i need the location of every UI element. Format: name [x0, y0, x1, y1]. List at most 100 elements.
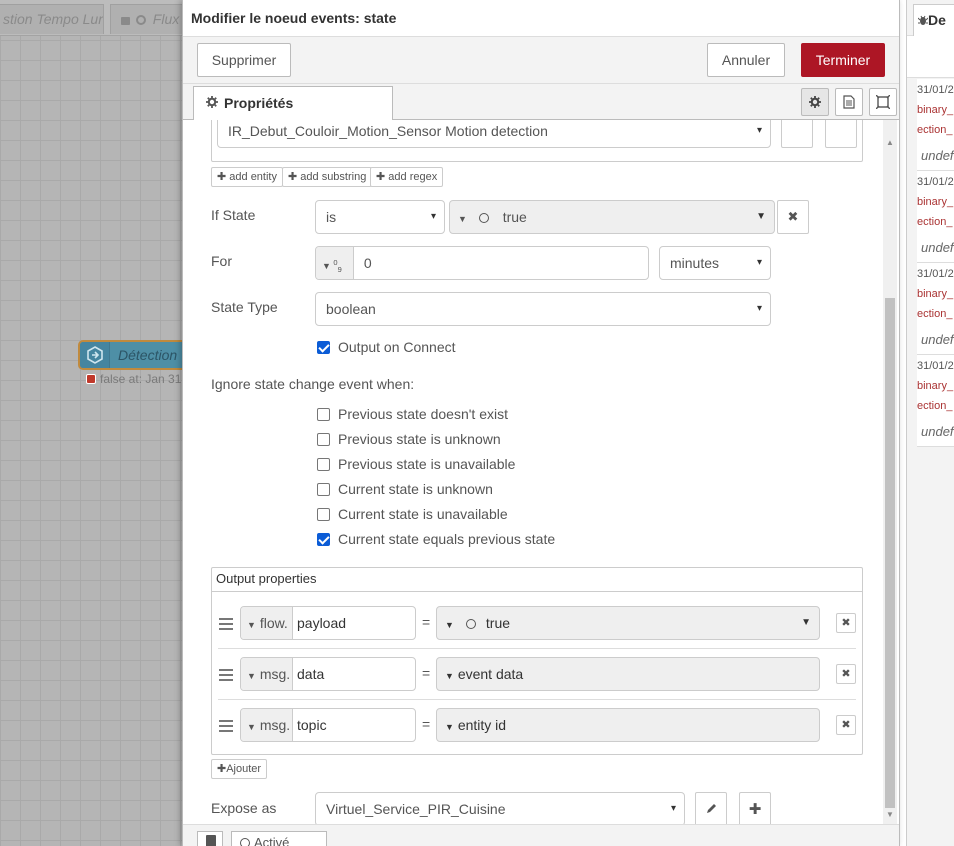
message-date: 31/01/2: [917, 268, 954, 280]
ignore-option-label: Previous state is unavailable: [338, 456, 516, 472]
clear-if-state-button[interactable]: ✖: [777, 200, 809, 234]
chevron-down-icon: ▾: [756, 257, 762, 268]
chevron-down-icon: ▾: [430, 211, 436, 222]
tray-tabs: Propriétés: [183, 84, 899, 120]
ignore-prev-unknown-checkbox[interactable]: [317, 433, 330, 446]
message-topic: binary_: [917, 196, 954, 208]
remove-entity-button[interactable]: [825, 120, 857, 148]
copy-entity-button[interactable]: [781, 120, 813, 148]
boolean-type-icon: [465, 619, 476, 629]
caret-down-icon: ▼: [445, 620, 454, 630]
ignore-prev-not-exist-checkbox[interactable]: [317, 408, 330, 421]
add-property-button[interactable]: ✚Ajouter: [211, 759, 268, 779]
key-type-prefix[interactable]: ▼ msg.: [241, 709, 293, 741]
tray-toolbar: Supprimer Annuler Terminer: [183, 36, 899, 84]
number-type-icon: ▼ 09: [316, 247, 354, 279]
tab-appearance[interactable]: [869, 88, 897, 116]
message-date: 31/01/2: [917, 176, 954, 188]
add-regex-label: add regex: [388, 171, 438, 183]
if-state-value-select[interactable]: ▼ true ▼: [449, 200, 775, 234]
node-status-text: false at: Jan 31: [100, 372, 182, 386]
message-payload: undef: [921, 148, 954, 163]
scroll-up-icon[interactable]: ▲: [886, 138, 894, 147]
message-topic: ection_: [917, 400, 953, 412]
remove-property-button[interactable]: ✖: [836, 715, 856, 735]
key-type-prefix[interactable]: ▼ flow.: [241, 607, 293, 639]
debug-message[interactable]: 31/01/2 binary_ ection_ undef: [917, 355, 954, 447]
for-input[interactable]: ▼ 09 0: [315, 246, 649, 280]
ignore-prev-unavailable-checkbox[interactable]: [317, 458, 330, 471]
add-substring-label: add substring: [300, 171, 367, 183]
equals-sign: =: [422, 716, 431, 732]
caret-down-icon: ▼: [445, 722, 454, 732]
output-property-value[interactable]: ▼ true ▼: [436, 606, 820, 640]
workspace-tab[interactable]: stion Tempo Lur: [0, 4, 104, 34]
state-type-value: boolean: [326, 301, 376, 317]
help-button[interactable]: [197, 831, 223, 846]
flow-workspace[interactable]: stion Tempo Lur Flux Détection false at:…: [0, 0, 198, 846]
add-entity-label: add entity: [229, 171, 277, 183]
add-server-button[interactable]: ✚: [739, 792, 771, 824]
expose-as-value: Virtuel_Service_PIR_Cuisine: [326, 801, 506, 817]
caret-down-icon: ▼: [247, 722, 256, 732]
state-type-select[interactable]: boolean ▾: [315, 292, 771, 326]
node-enabled-toggle[interactable]: Activé: [231, 831, 327, 846]
debug-message[interactable]: 31/01/2 binary_ ection_ undef: [917, 171, 954, 263]
message-topic: ection_: [917, 216, 953, 228]
scrollbar-thumb[interactable]: [885, 298, 895, 808]
add-regex-button[interactable]: ✚ add regex: [370, 167, 444, 187]
entity-value: IR_Debut_Couloir_Motion_Sensor Motion de…: [228, 123, 548, 139]
drag-handle-icon[interactable]: [219, 669, 233, 681]
output-property-key[interactable]: ▼ msg. data: [240, 657, 416, 691]
drag-handle-icon[interactable]: [219, 720, 233, 732]
cancel-button[interactable]: Annuler: [707, 43, 785, 77]
flow-node[interactable]: Détection: [78, 340, 198, 370]
expose-as-label: Expose as: [211, 800, 277, 816]
node-label: Détection: [118, 347, 178, 363]
message-topic: binary_: [917, 104, 954, 116]
output-property-key[interactable]: ▼ flow. payload: [240, 606, 416, 640]
caret-down-icon: ▼: [247, 671, 256, 681]
expose-as-select[interactable]: Virtuel_Service_PIR_Cuisine ▾: [315, 792, 685, 824]
edit-server-button[interactable]: [695, 792, 727, 824]
done-button[interactable]: Terminer: [801, 43, 885, 77]
scroll-down-icon[interactable]: ▼: [886, 810, 894, 819]
ignore-equals-previous-checkbox[interactable]: [317, 533, 330, 546]
row-divider: [218, 699, 856, 700]
message-topic: binary_: [917, 380, 954, 392]
add-entity-button[interactable]: ✚ add entity: [211, 167, 283, 187]
output-property-value[interactable]: ▼ event data: [436, 657, 820, 691]
tab-settings[interactable]: [801, 88, 829, 116]
debug-message[interactable]: 31/01/2 binary_ ection_ undef: [917, 79, 954, 171]
tray-footer: Activé: [183, 824, 899, 846]
form-scrollbar[interactable]: ▲ ▼: [883, 120, 897, 824]
for-unit-select[interactable]: minutes ▾: [659, 246, 771, 280]
key-type-prefix[interactable]: ▼ msg.: [241, 658, 293, 690]
for-value: 0: [363, 255, 372, 271]
entity-select[interactable]: IR_Debut_Couloir_Motion_Sensor Motion de…: [217, 120, 771, 148]
remove-property-button[interactable]: ✖: [836, 613, 856, 633]
add-substring-button[interactable]: ✚ add substring: [282, 167, 373, 187]
tab-description[interactable]: [835, 88, 863, 116]
drag-handle-icon[interactable]: [219, 618, 233, 630]
message-payload: undef: [921, 424, 954, 439]
operator-value: is: [326, 209, 337, 225]
remove-property-button[interactable]: ✖: [836, 664, 856, 684]
document-icon: [843, 95, 855, 109]
debug-message[interactable]: 31/01/2 binary_ ection_ undef: [917, 263, 954, 355]
output-property-value[interactable]: ▼ entity id: [436, 708, 820, 742]
ignore-option-label: Current state is unavailable: [338, 506, 508, 522]
tab-debug[interactable]: De: [913, 4, 954, 36]
if-state-operator-select[interactable]: is ▾: [315, 200, 445, 234]
workspace-tab-flux[interactable]: Flux: [110, 4, 190, 34]
delete-button[interactable]: Supprimer: [197, 43, 291, 77]
output-property-key[interactable]: ▼ msg. topic: [240, 708, 416, 742]
ignore-curr-unavailable-checkbox[interactable]: [317, 508, 330, 521]
tab-properties-label: Propriétés: [224, 95, 294, 111]
chevron-down-icon: ▼: [801, 617, 811, 628]
output-on-connect-checkbox[interactable]: [317, 341, 330, 354]
message-payload: undef: [921, 332, 954, 347]
tab-properties[interactable]: Propriétés: [193, 86, 393, 120]
node-events-icon: [80, 342, 110, 368]
ignore-curr-unknown-checkbox[interactable]: [317, 483, 330, 496]
